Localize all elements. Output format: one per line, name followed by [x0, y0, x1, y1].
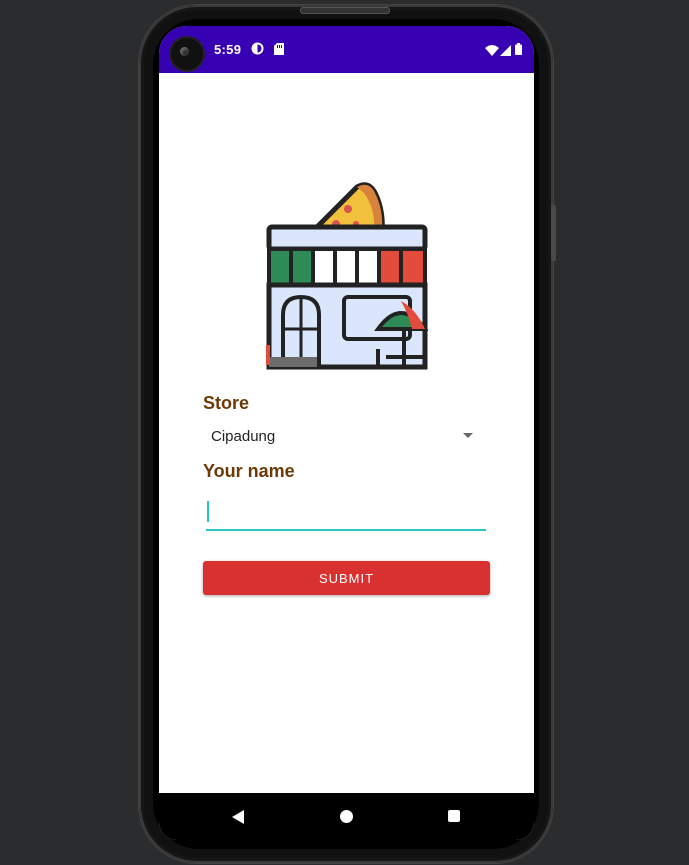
sd-card-icon	[274, 42, 284, 60]
status-time: 5:59	[214, 42, 242, 57]
name-field[interactable]	[206, 495, 488, 531]
front-camera	[171, 38, 203, 70]
recents-icon[interactable]	[448, 810, 460, 822]
pizza-store-icon	[266, 179, 430, 376]
dropdown-arrow-icon	[463, 433, 473, 438]
home-icon[interactable]	[340, 810, 353, 823]
name-label: Your name	[203, 461, 295, 481]
volume-button	[551, 205, 556, 261]
name-input[interactable]	[206, 495, 488, 529]
store-dropdown[interactable]: Cipadung	[203, 420, 475, 450]
submit-button[interactable]: SUBMIT	[203, 561, 490, 595]
navigation-bar	[159, 793, 534, 840]
store-selected-value: Cipadung	[211, 428, 276, 445]
wifi-icon	[485, 43, 499, 61]
speaker-grille	[300, 7, 390, 14]
text-cursor	[207, 501, 209, 522]
back-icon[interactable]	[231, 809, 245, 830]
battery-icon	[515, 42, 522, 60]
main-content: Store Cipadung Your name SUBMIT	[159, 73, 534, 793]
screen: 5:59 Store Cipadung Your name SUBMIT	[159, 26, 534, 840]
store-label: Store	[203, 393, 250, 413]
signal-icon	[500, 43, 511, 61]
status-bar: 5:59	[159, 26, 534, 73]
media-icon	[251, 42, 264, 60]
